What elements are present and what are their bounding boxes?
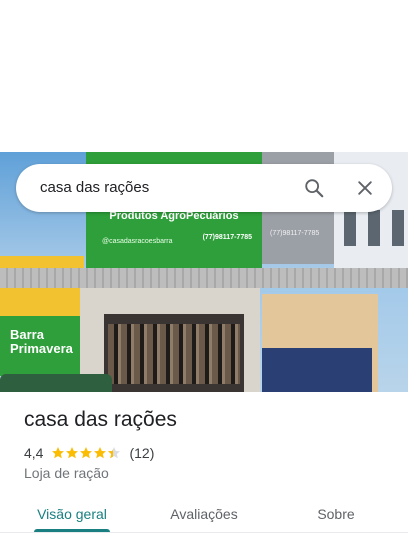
barra-sign-text: Barra Primavera [10,327,73,356]
stars-icon [52,447,121,459]
place-category[interactable]: Loja de ração [24,465,109,481]
window [368,210,380,246]
rating-row[interactable]: 4,4 (12) [24,444,154,462]
sign-phone: (77)98117-7785 [202,234,252,241]
search-icon[interactable] [298,172,330,204]
blue-tiles [262,348,372,392]
window [344,210,356,246]
awning [0,268,408,288]
tabs-divider [0,532,408,533]
place-title: casa das rações [24,408,177,431]
car [0,374,112,392]
tab-about[interactable]: Sobre [296,496,376,532]
tab-overview[interactable]: Visão geral [22,496,122,532]
search-query[interactable]: casa das rações [40,164,149,212]
barra-sign: Barra Primavera [0,316,80,376]
store-goods [108,324,240,384]
review-count[interactable]: (12) [129,445,154,461]
window [392,210,404,246]
rating-value: 4,4 [24,445,44,461]
tab-reviews[interactable]: Avaliações [154,496,254,532]
search-bar[interactable]: casa das rações [16,164,392,212]
close-icon[interactable] [349,172,381,204]
grey-sign-phone: (77)98117-7785 [270,230,320,237]
tab-bar: Visão geral Avaliações Sobre [0,496,408,544]
sign-handle: @casadasracoesbarra [102,238,173,245]
star-rating [51,446,123,460]
